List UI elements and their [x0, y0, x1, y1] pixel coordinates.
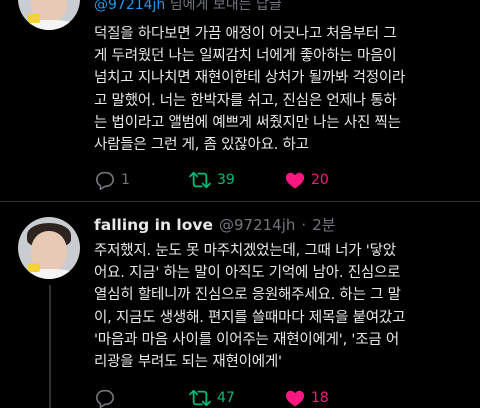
tweet2-handle[interactable]: @97214jh	[219, 216, 295, 234]
tweet1-like-count: 20	[311, 172, 329, 188]
replying-to-line: @97214jh 님에게 보내는 답글	[94, 0, 282, 14]
tweet2-reply-button[interactable]	[94, 388, 116, 408]
tweet-divider	[0, 201, 480, 202]
heart-icon	[285, 172, 305, 189]
tweet2-like-count: 18	[311, 390, 329, 406]
replying-to-label: 님에게 보내는 답글	[165, 0, 282, 13]
tweet1-reply-button[interactable]: 1	[94, 170, 130, 190]
tweet1-text: 덕질을 하다보면 가끔 애정이 어긋나고 처음부터 그 게 두려웠던 나는 일찌…	[94, 26, 406, 154]
tweet2-display-name[interactable]: falling in love	[94, 216, 213, 234]
avatar-tweet1[interactable]	[18, 0, 80, 30]
retweet-icon	[189, 171, 211, 189]
tweet2-retweet-button[interactable]: 47	[188, 388, 235, 408]
reply-bubble-icon	[96, 171, 114, 190]
thread-view: @97214jh 님에게 보내는 답글 덕질을 하다보면 가끔 애정이 어긋나고…	[0, 0, 480, 408]
tweet1-actions: 1 39 20	[94, 170, 466, 192]
tweet1-reply-count: 1	[121, 172, 130, 188]
tweet1-retweet-button[interactable]: 39	[188, 170, 235, 190]
tweet1-like-button[interactable]: 20	[284, 170, 329, 190]
tweet2-timestamp[interactable]: 2분	[312, 214, 335, 235]
heart-icon	[285, 390, 305, 407]
tweet2-like-button[interactable]: 18	[284, 388, 329, 408]
retweet-icon	[189, 389, 211, 407]
tweet2-text: 주저했지. 눈도 못 마주치겠었는데, 그때 너가 '닿았 어요. 지금' 하는…	[94, 243, 406, 371]
tweet2-retweet-count: 47	[217, 390, 235, 406]
tweet2-separator: ·	[301, 216, 307, 234]
tweet1-retweet-count: 39	[217, 172, 235, 188]
tweet2-actions: 47 18	[94, 388, 466, 408]
thread-connector-line	[49, 285, 51, 408]
replying-to-handle[interactable]: @97214jh	[94, 0, 165, 13]
avatar-tweet2[interactable]	[18, 217, 80, 279]
reply-bubble-icon	[96, 389, 114, 408]
tweet2-header: falling in love @97214jh · 2분	[94, 214, 336, 235]
